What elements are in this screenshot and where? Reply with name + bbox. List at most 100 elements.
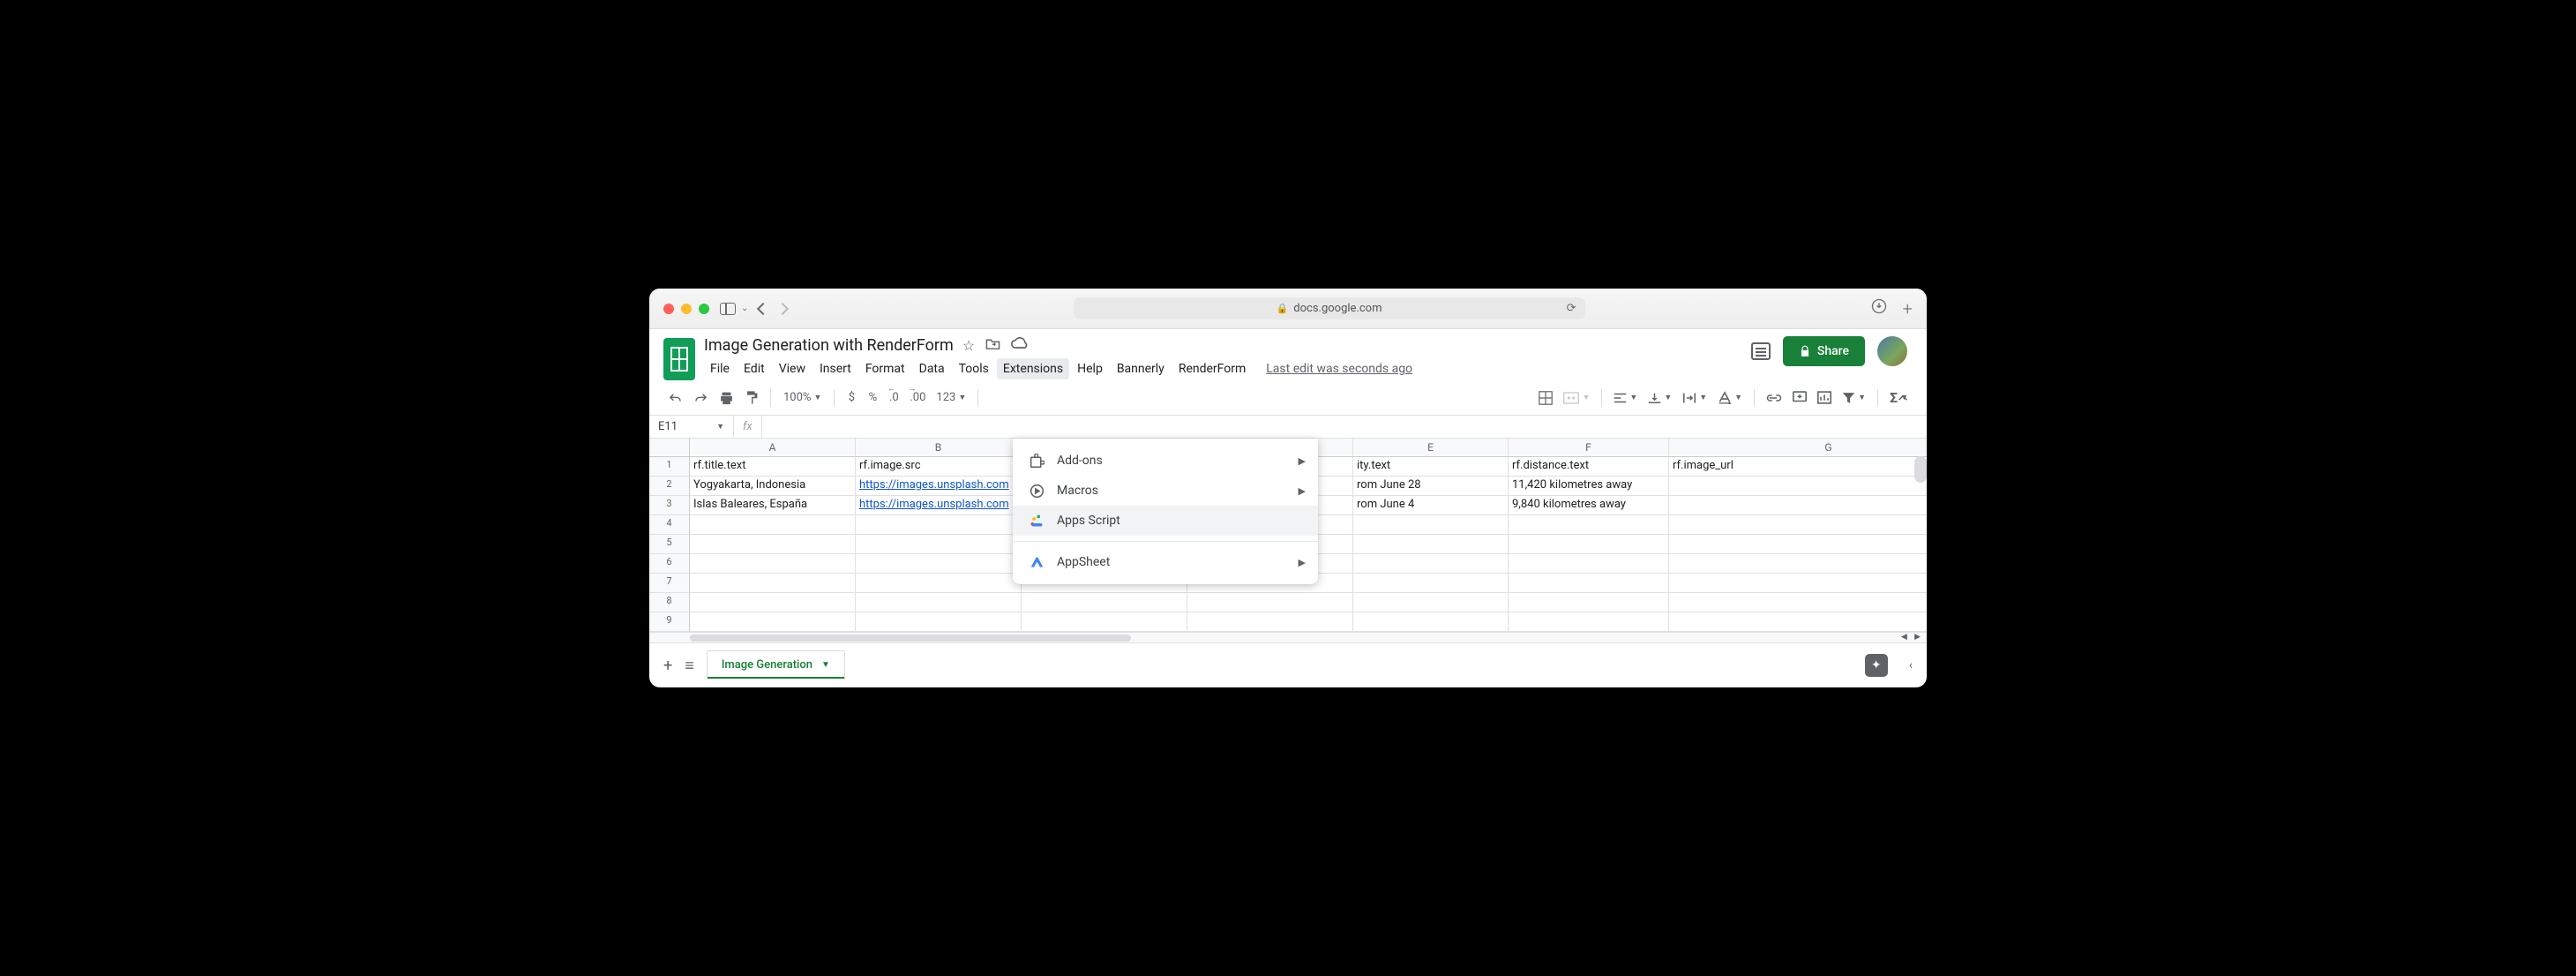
cell[interactable] [690,515,856,535]
menu-item-apps-script[interactable]: Apps Script [1013,506,1318,536]
sidebar-toggle[interactable]: ⌄ [720,303,748,315]
downloads-icon[interactable] [1871,298,1887,319]
row-header[interactable]: 2 [649,477,690,496]
col-header[interactable]: A [690,439,856,457]
print-button[interactable] [715,387,738,409]
cell[interactable] [1187,593,1353,612]
cell[interactable] [690,554,856,574]
menu-renderform[interactable]: RenderForm [1172,358,1252,379]
vertical-scrollbar[interactable] [1914,456,1927,483]
formula-input[interactable] [762,416,1927,438]
cell[interactable]: https://images.unsplash.com [856,477,1022,496]
menu-item-addons[interactable]: Add-ons ▶ [1013,446,1318,476]
row-header[interactable]: 3 [649,496,690,515]
collapse-toolbar-button[interactable] [1893,391,1913,405]
row-header[interactable]: 8 [649,593,690,612]
borders-button[interactable] [1534,387,1557,409]
cell[interactable] [856,535,1022,554]
menu-bannerly[interactable]: Bannerly [1111,358,1171,379]
cell[interactable] [1669,515,1927,535]
maximize-window-button[interactable] [699,304,709,314]
cell[interactable] [1669,496,1927,515]
account-avatar[interactable] [1877,336,1907,366]
cell[interactable]: 9,840 kilometres away [1509,496,1669,515]
cell[interactable]: rf.distance.text [1509,457,1669,477]
name-box[interactable]: E11 ▼ [649,416,734,438]
share-button[interactable]: Share [1783,336,1865,366]
cell[interactable]: rom June 4 [1353,496,1509,515]
cell[interactable] [856,612,1022,632]
decrease-decimal-button[interactable]: ←.0 [884,387,903,408]
star-icon[interactable]: ☆ [962,337,975,354]
forward-button[interactable] [778,304,787,313]
insert-chart-button[interactable] [1813,387,1836,408]
document-title[interactable]: Image Generation with RenderForm [704,336,954,355]
cell[interactable] [1353,515,1509,535]
cell[interactable] [1353,554,1509,574]
cell[interactable] [856,593,1022,612]
all-sheets-button[interactable]: ≡ [685,657,694,675]
menu-view[interactable]: View [773,358,812,379]
cell[interactable] [1669,477,1927,496]
horizontal-scrollbar[interactable]: ◀ ▶ [649,632,1927,642]
menu-help[interactable]: Help [1071,358,1109,379]
close-window-button[interactable] [663,304,674,314]
row-header[interactable]: 9 [649,612,690,632]
cell[interactable] [1669,574,1927,593]
insert-link-button[interactable] [1762,390,1786,406]
row-header[interactable]: 6 [649,554,690,574]
minimize-window-button[interactable] [681,304,692,314]
cell[interactable]: Islas Baleares, España [690,496,856,515]
col-header[interactable]: E [1353,439,1509,457]
format-currency-button[interactable]: $ [842,387,861,408]
filter-button[interactable]: ▼ [1838,388,1870,408]
cloud-status-icon[interactable] [1011,337,1029,354]
sheets-logo-icon[interactable] [663,338,695,380]
new-tab-icon[interactable]: + [1903,298,1913,319]
col-header[interactable]: G [1669,439,1927,457]
paint-format-button[interactable] [740,387,763,409]
cell[interactable] [1509,593,1669,612]
menu-file[interactable]: File [704,358,736,379]
comments-icon[interactable] [1751,342,1771,360]
merge-cells-button[interactable]: ▼ [1559,388,1594,408]
cell[interactable]: ity.text [1353,457,1509,477]
cell[interactable] [690,535,856,554]
col-header[interactable]: F [1509,439,1669,457]
row-header[interactable]: 7 [649,574,690,593]
row-header[interactable]: 5 [649,535,690,554]
col-header[interactable]: B [856,439,1022,457]
menu-item-macros[interactable]: Macros ▶ [1013,476,1318,506]
row-header[interactable]: 1 [649,457,690,477]
menu-format[interactable]: Format [859,358,911,379]
explore-button[interactable]: ✦ [1865,654,1888,677]
cell[interactable] [1509,612,1669,632]
add-sheet-button[interactable]: + [663,657,672,675]
menu-data[interactable]: Data [913,358,951,379]
sheet-tab-active[interactable]: Image Generation ▼ [707,650,845,680]
horizontal-align-button[interactable]: ▼ [1609,389,1642,407]
cell[interactable] [1022,593,1187,612]
scrollbar-thumb[interactable] [690,634,1131,642]
cell[interactable] [690,574,856,593]
side-panel-toggle[interactable]: ‹ [1909,658,1913,672]
address-bar[interactable]: 🔒 docs.google.com ⟳ [1074,297,1585,319]
increase-decimal-button[interactable]: →.00 [905,387,930,408]
cell[interactable] [1022,612,1187,632]
link[interactable]: https://images.unsplash.com [859,478,1009,492]
cell[interactable]: rf.image_url [1669,457,1927,477]
cell[interactable]: rom June 28 [1353,477,1509,496]
undo-button[interactable] [663,388,687,408]
cell[interactable] [1669,535,1927,554]
cell[interactable]: https://images.unsplash.com [856,496,1022,515]
row-header[interactable]: 4 [649,515,690,535]
zoom-select[interactable]: 100%▼ [778,387,827,408]
text-rotation-button[interactable]: ▼ [1713,387,1747,408]
cell[interactable] [1669,612,1927,632]
cell[interactable] [1353,612,1509,632]
menu-edit[interactable]: Edit [738,358,771,379]
cell[interactable] [1353,574,1509,593]
more-formats-button[interactable]: 123▼ [932,387,970,408]
cell[interactable] [1509,554,1669,574]
cell[interactable]: rf.title.text [690,457,856,477]
